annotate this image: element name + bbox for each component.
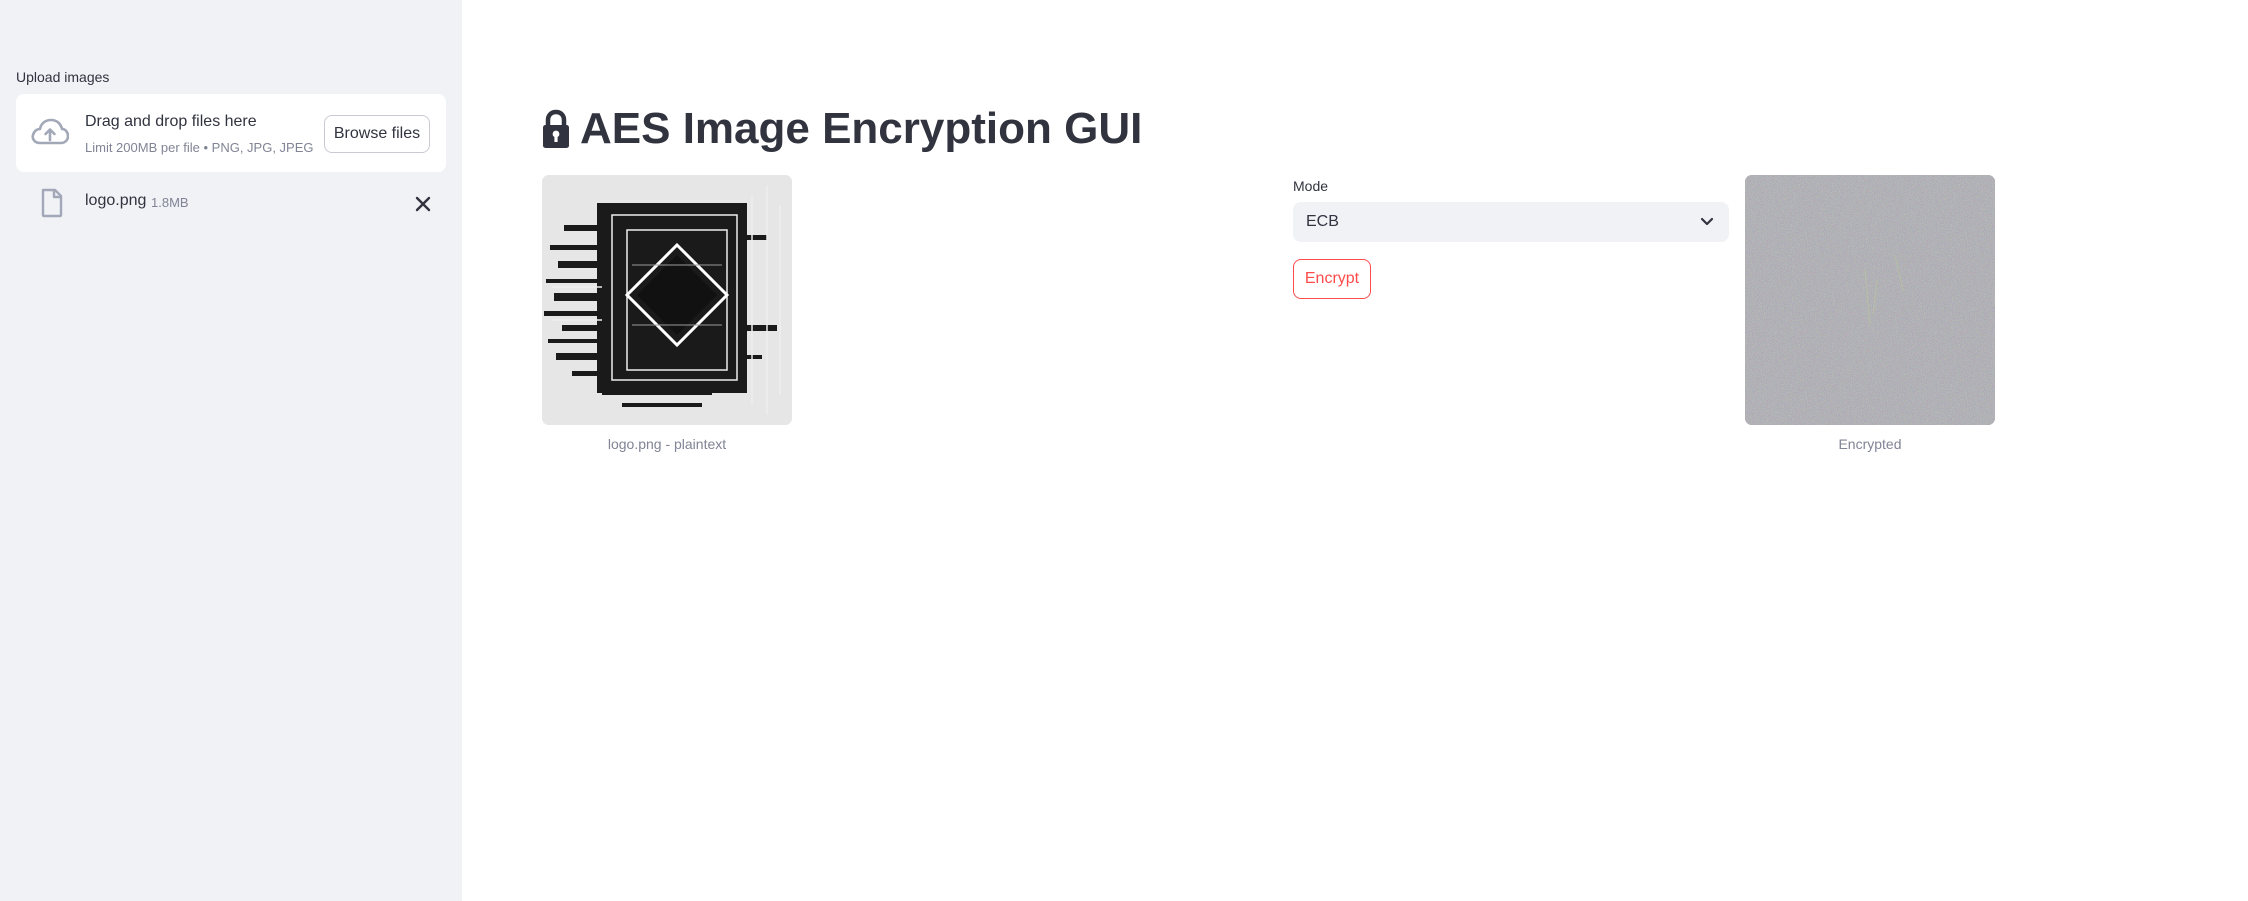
page-title: AES Image Encryption GUI <box>542 104 1142 154</box>
file-dropzone[interactable]: Drag and drop files here Limit 200MB per… <box>16 94 446 172</box>
plaintext-caption: logo.png - plaintext <box>607 436 727 452</box>
encrypted-caption: Encrypted <box>1838 436 1902 452</box>
chevron-down-icon <box>1700 217 1714 226</box>
file-name: logo.png <box>85 192 147 209</box>
dropzone-limit-text: Limit 200MB per file • PNG, JPG, JPEG <box>85 140 314 155</box>
dropzone-title: Drag and drop files here <box>85 113 257 130</box>
page-title-text: AES Image Encryption GUI <box>580 104 1143 153</box>
mode-select[interactable]: ECB <box>1293 202 1729 242</box>
lock-icon <box>543 109 569 148</box>
encrypted-image <box>1745 175 1995 425</box>
sidebar: Upload images Drag and drop files here L… <box>0 0 462 901</box>
file-size: 1.8MB <box>151 195 189 210</box>
mode-selected-value: ECB <box>1306 213 1339 230</box>
uploaded-file-row: logo.png 1.8MB <box>16 184 446 224</box>
upload-label: Upload images <box>16 69 110 85</box>
browse-files-button[interactable]: Browse files <box>324 115 430 153</box>
cloud-upload-icon <box>31 118 69 145</box>
file-icon <box>41 188 63 218</box>
plaintext-image <box>542 175 792 425</box>
encrypt-button[interactable]: Encrypt <box>1293 259 1371 299</box>
close-icon[interactable] <box>412 193 434 215</box>
mode-label: Mode <box>1293 178 1329 194</box>
